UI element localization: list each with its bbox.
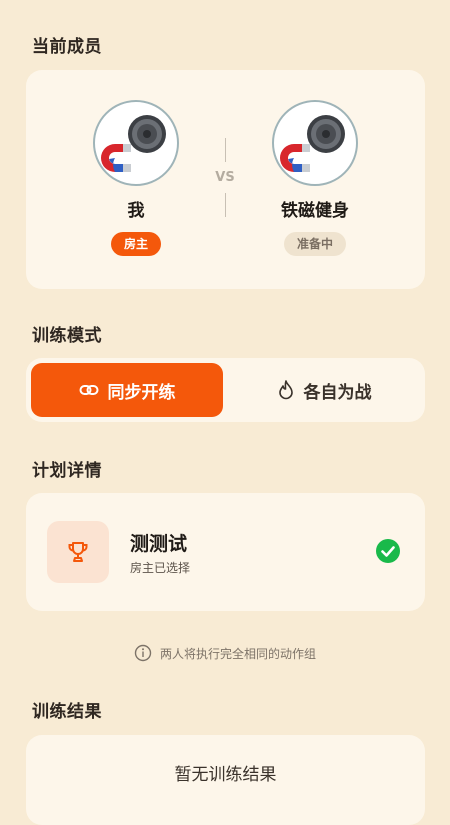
hint-text: 两人将执行完全相同的动作组 (159, 646, 316, 661)
results-section-title: 训练结果 (32, 702, 102, 722)
member-name: 我 (127, 201, 145, 221)
members-card: 我 房主 VS 铁磁健身 准备中 (26, 70, 425, 289)
member-name: 铁磁健身 (281, 201, 349, 221)
empty-results-text: 暂无训练结果 (174, 765, 277, 785)
magnet-dumbbell-icon (101, 115, 166, 172)
members-section-title: 当前成员 (32, 37, 102, 57)
info-icon (134, 644, 152, 662)
magnet-dumbbell-icon (280, 115, 345, 172)
mode-selector: 同步开练 各自为战 (26, 358, 425, 422)
avatar[interactable] (272, 100, 358, 186)
plan-status: 房主已选择 (130, 561, 191, 575)
vs-label: VS (215, 170, 235, 185)
mode-sync-button[interactable]: 同步开练 (31, 363, 223, 417)
results-card: 暂无训练结果 (26, 735, 425, 825)
check-circle-icon (376, 539, 400, 563)
mode-label: 同步开练 (107, 382, 176, 403)
vs-divider: VS (212, 138, 238, 218)
plan-icon-box (47, 521, 109, 583)
host-badge: 房主 (110, 232, 161, 256)
mode-solo-button[interactable]: 各自为战 (228, 363, 420, 417)
plan-name: 测测试 (130, 533, 188, 555)
info-hint: 两人将执行完全相同的动作组 (0, 644, 450, 662)
divider-line (224, 193, 226, 217)
plan-card[interactable]: 测测试 房主已选择 (26, 493, 425, 611)
divider-line (224, 138, 226, 162)
mode-label: 各自为战 (303, 382, 372, 403)
link-icon (79, 385, 98, 395)
flame-icon (278, 380, 293, 400)
mode-section-title: 训练模式 (32, 326, 102, 346)
member-partner[interactable]: 铁磁健身 准备中 (245, 100, 385, 256)
plan-section-title: 计划详情 (32, 461, 102, 481)
ready-status-badge: 准备中 (283, 232, 346, 256)
trophy-icon (68, 542, 88, 562)
avatar[interactable] (93, 100, 179, 186)
member-self[interactable]: 我 房主 (66, 100, 206, 256)
